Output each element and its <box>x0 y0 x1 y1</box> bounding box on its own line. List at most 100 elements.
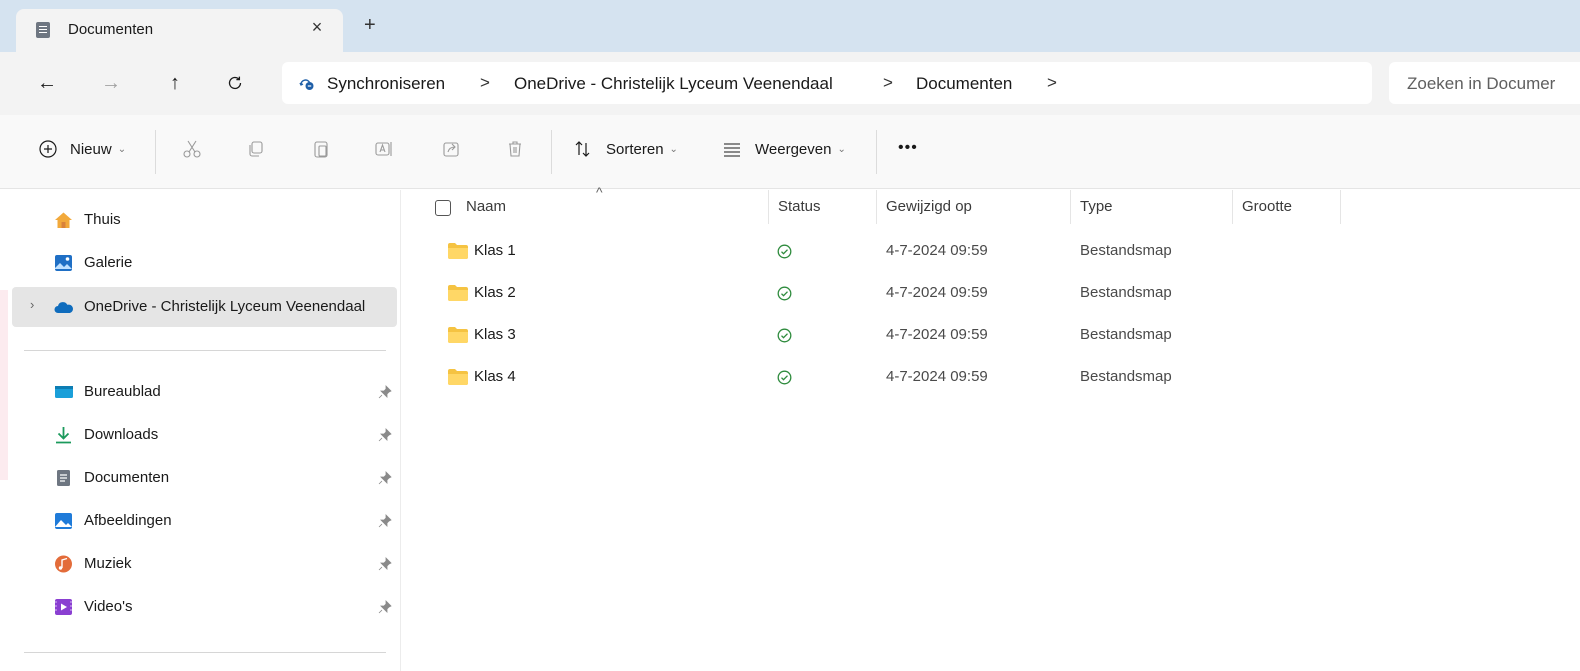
up-button[interactable]: ↑ <box>162 70 188 96</box>
add-icon <box>39 140 57 158</box>
divider <box>876 130 877 174</box>
sidebar-item-label: Galerie <box>84 254 133 271</box>
home-icon <box>55 212 72 228</box>
file-modified: 4-7-2024 09:59 <box>886 284 988 301</box>
breadcrumb-documenten[interactable]: Documenten <box>916 74 1012 94</box>
sort-button-label: Sorteren <box>606 141 664 158</box>
rename-icon[interactable] <box>374 139 394 159</box>
sidebar-item-downloads[interactable]: Downloads <box>12 416 397 454</box>
downloads-icon <box>56 427 71 444</box>
table-row[interactable]: Klas 4 4-7-2024 09:59 Bestandsmap <box>402 356 1580 398</box>
select-all-checkbox[interactable] <box>435 200 451 216</box>
cut-icon[interactable] <box>182 139 202 159</box>
refresh-button[interactable] <box>222 70 248 96</box>
sidebar-item-afbeeldingen[interactable]: Afbeeldingen <box>12 502 397 540</box>
sidebar-item-label: OneDrive - Christelijk Lyceum Veenendaal <box>84 298 366 315</box>
sidebar-item-onedrive[interactable]: › OneDrive - Christelijk Lyceum Veenenda… <box>12 287 397 327</box>
chevron-down-icon: ⌄ <box>117 144 127 155</box>
synced-status-icon <box>777 286 792 301</box>
pin-icon[interactable] <box>378 600 392 614</box>
column-header-modified[interactable]: Gewijzigd op <box>886 198 972 215</box>
navigation-pane: Thuis Galerie › OneDrive - Christelijk L… <box>0 190 401 671</box>
pin-icon[interactable] <box>378 557 392 571</box>
sort-button[interactable]: Sorteren ⌄ <box>606 141 678 158</box>
folder-icon <box>448 369 468 385</box>
tab-close-button[interactable]: × <box>306 17 328 38</box>
table-row[interactable]: Klas 2 4-7-2024 09:59 Bestandsmap <box>402 272 1580 314</box>
forward-button[interactable]: → <box>98 70 124 96</box>
sidebar-item-label: Downloads <box>84 426 159 443</box>
column-divider[interactable] <box>1070 190 1071 224</box>
sidebar-item-label: Muziek <box>84 555 132 572</box>
copy-icon[interactable] <box>246 139 266 159</box>
view-icon <box>724 143 740 157</box>
more-options-button[interactable]: ••• <box>898 139 918 157</box>
pin-icon[interactable] <box>378 385 392 399</box>
file-type: Bestandsmap <box>1080 242 1172 259</box>
view-button[interactable]: Weergeven ⌄ <box>755 141 846 158</box>
file-modified: 4-7-2024 09:59 <box>886 368 988 385</box>
column-divider[interactable] <box>1232 190 1233 224</box>
share-icon[interactable] <box>441 139 461 159</box>
column-divider[interactable] <box>768 190 769 224</box>
sidebar-item-thuis[interactable]: Thuis <box>12 201 397 239</box>
sidebar-divider <box>24 652 386 653</box>
sidebar-item-muziek[interactable]: Muziek <box>12 545 397 583</box>
new-tab-button[interactable]: + <box>364 15 376 35</box>
folder-icon <box>448 243 468 259</box>
file-name: Klas 1 <box>474 242 516 259</box>
chevron-down-icon: ⌄ <box>669 144 678 155</box>
column-header-name[interactable]: Naam <box>466 198 506 215</box>
pin-icon[interactable] <box>378 471 392 485</box>
file-name: Klas 3 <box>474 326 516 343</box>
column-header-size[interactable]: Grootte <box>1242 198 1292 215</box>
column-header-type[interactable]: Type <box>1080 198 1113 215</box>
file-modified: 4-7-2024 09:59 <box>886 326 988 343</box>
breadcrumb-sync[interactable]: Synchroniseren <box>327 74 445 94</box>
column-divider[interactable] <box>876 190 877 224</box>
column-divider[interactable] <box>1340 190 1341 224</box>
synced-status-icon <box>777 328 792 343</box>
folder-icon <box>448 327 468 343</box>
view-button-label: Weergeven <box>755 141 832 158</box>
delete-icon[interactable] <box>505 139 525 159</box>
new-button[interactable]: Nieuw ⌄ <box>70 141 126 158</box>
breadcrumb-separator[interactable]: > <box>1047 73 1057 93</box>
address-bar[interactable]: Synchroniseren > OneDrive - Christelijk … <box>282 62 1372 104</box>
pin-icon[interactable] <box>378 514 392 528</box>
synced-status-icon <box>777 370 792 385</box>
file-type: Bestandsmap <box>1080 284 1172 301</box>
file-type: Bestandsmap <box>1080 368 1172 385</box>
file-type: Bestandsmap <box>1080 326 1172 343</box>
search-box[interactable]: Zoeken in Documer <box>1389 62 1580 104</box>
paste-icon[interactable] <box>311 139 331 159</box>
window-edge <box>0 290 8 480</box>
table-row[interactable]: Klas 3 4-7-2024 09:59 Bestandsmap <box>402 314 1580 356</box>
sidebar-item-label: Video's <box>84 598 133 615</box>
sort-ascending-icon: ^ <box>596 184 603 200</box>
sort-icon <box>575 141 590 157</box>
file-list: ^ Naam Status Gewijzigd op Type Grootte … <box>402 184 1580 671</box>
breadcrumb-separator[interactable]: > <box>480 73 490 93</box>
pin-icon[interactable] <box>378 428 392 442</box>
divider <box>155 130 156 174</box>
sidebar-item-bureaublad[interactable]: Bureaublad <box>12 373 397 411</box>
search-input[interactable]: Zoeken in Documer <box>1407 74 1555 94</box>
chevron-right-icon[interactable]: › <box>30 297 34 312</box>
breadcrumb-onedrive[interactable]: OneDrive - Christelijk Lyceum Veenendaal <box>514 74 833 94</box>
sidebar-item-label: Thuis <box>84 211 121 228</box>
documents-icon <box>57 470 70 486</box>
gallery-icon <box>55 255 72 271</box>
tab-documenten[interactable]: Documenten × <box>16 9 343 52</box>
table-row[interactable]: Klas 1 4-7-2024 09:59 Bestandsmap <box>402 230 1580 272</box>
sidebar-item-galerie[interactable]: Galerie <box>12 244 397 282</box>
title-bar: Documenten × + <box>0 0 1580 52</box>
back-button[interactable]: ← <box>34 70 60 96</box>
chevron-down-icon: ⌄ <box>837 144 846 155</box>
column-header-status[interactable]: Status <box>778 198 821 215</box>
breadcrumb-separator[interactable]: > <box>883 73 893 93</box>
sidebar-item-documenten[interactable]: Documenten <box>12 459 397 497</box>
sidebar-item-videos[interactable]: Video's <box>12 588 397 626</box>
sidebar-item-label: Afbeeldingen <box>84 512 172 529</box>
file-modified: 4-7-2024 09:59 <box>886 242 988 259</box>
